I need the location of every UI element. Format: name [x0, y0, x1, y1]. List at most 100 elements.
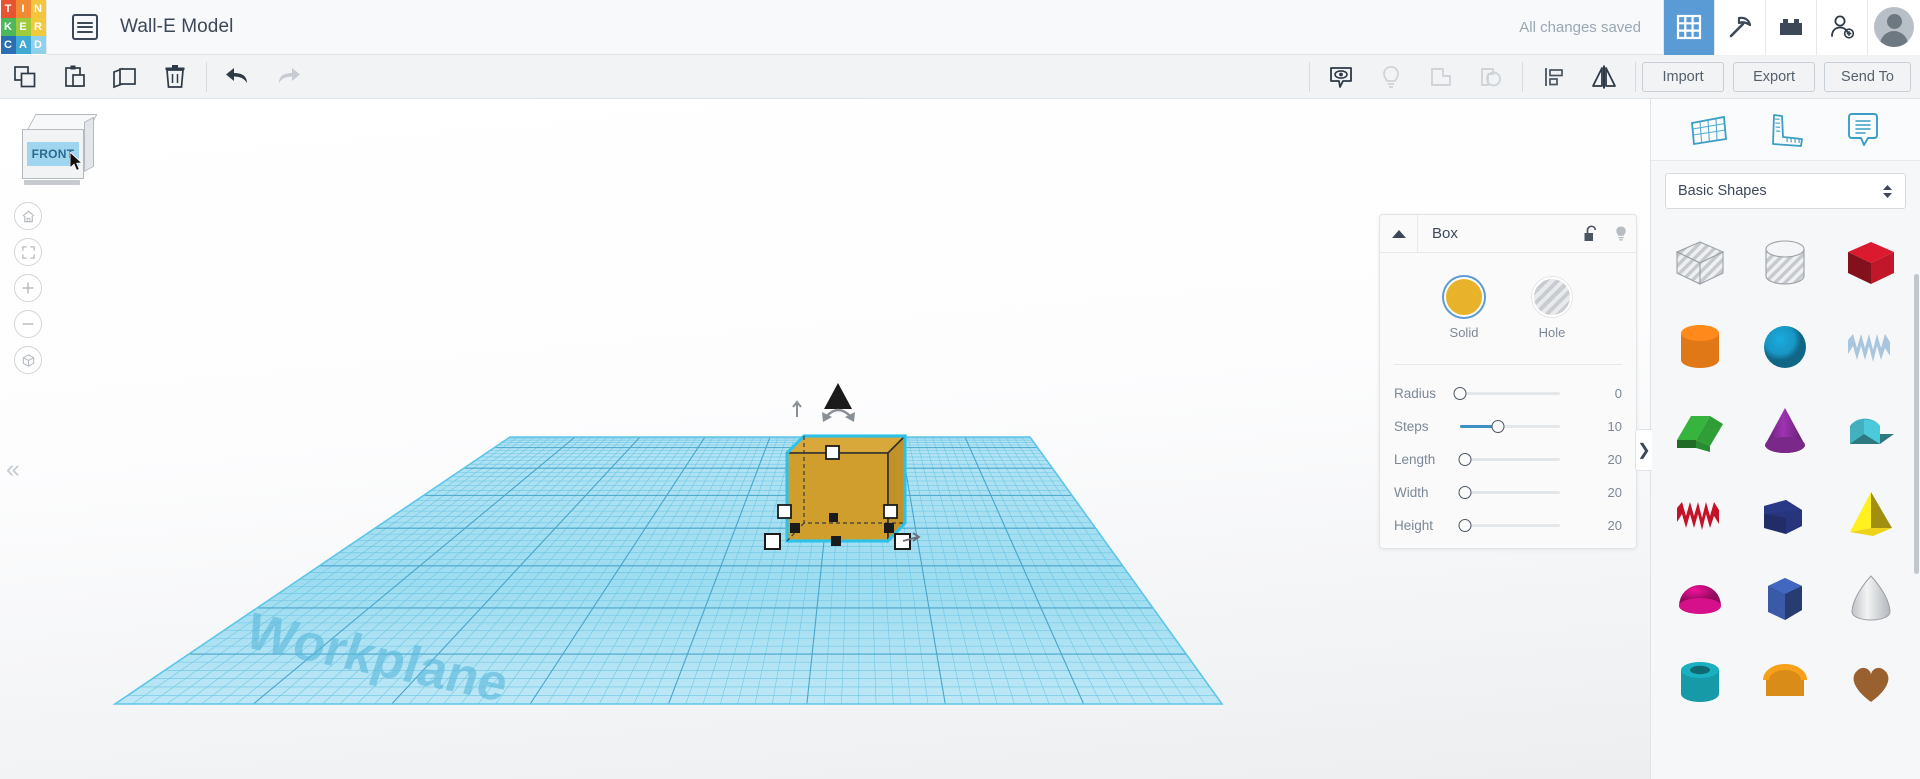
fit-to-view-button[interactable] [14, 238, 42, 266]
view-cube[interactable]: FRONT [22, 114, 98, 186]
triangle-up-icon[interactable] [1380, 214, 1418, 253]
slider-label-steps: Steps [1394, 419, 1429, 434]
pickaxe-icon[interactable] [1714, 0, 1765, 55]
shape-parameter-sliders: Radius 0 Steps 10 Length 20 Width 20 Height 20 [1380, 377, 1636, 542]
cylinder-hole-shape[interactable] [1743, 221, 1829, 305]
box-shape[interactable] [1828, 221, 1914, 305]
document-title[interactable]: Wall-E Model [120, 16, 233, 38]
text-shape[interactable] [1657, 473, 1743, 557]
slider-track-height[interactable] [1458, 519, 1560, 532]
shape-category-selector[interactable]: Basic Shapes [1665, 173, 1906, 209]
slider-knob-length[interactable] [1458, 453, 1472, 466]
solid-mode-button[interactable]: Solid [1444, 277, 1484, 340]
slider-track-length[interactable] [1458, 453, 1560, 466]
cylinder-shape[interactable] [1657, 305, 1743, 389]
expand-panel-button[interactable]: ❯ [1635, 429, 1652, 471]
shape-category-value: Basic Shapes [1678, 183, 1767, 199]
brick-icon[interactable] [1765, 0, 1816, 55]
tinkercad-logo[interactable]: TINKERCAD [0, 0, 47, 55]
tinkercad-app: TINKERCAD Wall-E Model All changes saved [0, 0, 1920, 779]
delete-icon[interactable] [150, 55, 200, 99]
collapse-left-panel-button[interactable]: « [6, 457, 20, 482]
export-button[interactable]: Export [1733, 61, 1816, 92]
lightbulb-icon[interactable] [1606, 215, 1636, 253]
show-all-icon[interactable] [1316, 55, 1366, 99]
perspective-toggle-button[interactable] [14, 346, 42, 374]
avatar[interactable] [1867, 0, 1920, 55]
slider-knob-width[interactable] [1458, 486, 1472, 499]
home-view-button[interactable] [14, 202, 42, 230]
logo-tile: D [30, 36, 46, 55]
align-icon[interactable] [1529, 55, 1579, 99]
zoom-in-button[interactable] [14, 274, 42, 302]
logo-tile: I [15, 0, 31, 18]
3d-viewport[interactable]: Workplane FRONT « Box Solid Hole Radius … [0, 99, 1650, 779]
blocks-grid-icon[interactable] [1663, 0, 1714, 55]
unlock-icon[interactable] [1576, 215, 1606, 253]
logo-tile: N [30, 0, 46, 18]
notes-tool-icon[interactable] [1840, 109, 1886, 151]
slider-value-length[interactable]: 20 [1608, 452, 1622, 467]
polygon-shape[interactable] [1743, 473, 1829, 557]
clipboard-tools [0, 55, 200, 99]
half-cylinder-shape[interactable] [1828, 389, 1914, 473]
slider-row-radius: Radius 0 [1380, 377, 1636, 410]
roof-shape[interactable] [1657, 389, 1743, 473]
solid-swatch[interactable] [1444, 277, 1484, 317]
toolbar-right: Import Export Send To [1303, 55, 1920, 99]
viewport-nav-controls [14, 202, 42, 374]
heart-shape[interactable] [1828, 641, 1914, 725]
sphere-shape[interactable] [1743, 305, 1829, 389]
slider-value-width[interactable]: 20 [1608, 485, 1622, 500]
slider-knob-height[interactable] [1458, 519, 1472, 532]
zoom-out-button[interactable] [14, 310, 42, 338]
slider-row-steps: Steps 10 [1380, 410, 1636, 443]
shape-category-selector-wrap: Basic Shapes [1651, 161, 1920, 219]
view-cube-base [24, 180, 80, 185]
top-bar: TINKERCAD Wall-E Model All changes saved [0, 0, 1920, 55]
view-cube-right-face[interactable] [84, 116, 94, 172]
shapes-sidebar: Basic Shapes ❯ [1635, 99, 1920, 779]
hole-swatch[interactable] [1532, 277, 1572, 317]
paraboloid-shape[interactable] [1828, 557, 1914, 641]
slider-track-width[interactable] [1458, 486, 1560, 499]
send-to-button[interactable]: Send To [1824, 61, 1911, 92]
slider-value-steps[interactable]: 10 [1608, 419, 1622, 434]
undo-icon[interactable] [213, 55, 263, 99]
ruler-tool-icon[interactable] [1762, 109, 1808, 151]
hex-prism-shape[interactable] [1743, 557, 1829, 641]
slider-track-steps[interactable] [1460, 420, 1560, 433]
copy-icon[interactable] [0, 55, 50, 99]
round-roof-shape[interactable] [1743, 641, 1829, 725]
slider-row-length: Length 20 [1380, 443, 1636, 476]
slider-knob-steps[interactable] [1491, 420, 1505, 433]
shape-library-grid [1651, 219, 1920, 727]
project-list-icon[interactable] [72, 14, 98, 40]
slider-knob-radius[interactable] [1453, 387, 1467, 400]
slider-value-radius[interactable]: 0 [1615, 386, 1622, 401]
shape-properties-panel: Box Solid Hole Radius 0 Steps 10 Length … [1379, 214, 1637, 549]
box-hole-shape[interactable] [1657, 221, 1743, 305]
slider-track-radius[interactable] [1453, 387, 1560, 400]
hole-label: Hole [1538, 325, 1566, 340]
import-button[interactable]: Import [1642, 61, 1725, 92]
shapes-scrollbar[interactable] [1914, 274, 1919, 574]
slider-row-width: Width 20 [1380, 476, 1636, 509]
logo-tile: R [30, 17, 46, 37]
invite-person-icon[interactable] [1816, 0, 1867, 55]
top-bar-right: All changes saved [1519, 0, 1920, 55]
tube-shape[interactable] [1657, 641, 1743, 725]
slider-value-height[interactable]: 20 [1608, 518, 1622, 533]
paste-icon[interactable] [50, 55, 100, 99]
slider-label-height: Height [1394, 518, 1434, 533]
cone-shape[interactable] [1743, 389, 1829, 473]
hemisphere-shape[interactable] [1657, 557, 1743, 641]
solid-hole-selector: Solid Hole [1380, 269, 1636, 354]
properties-divider [1394, 364, 1622, 365]
hole-mode-button[interactable]: Hole [1532, 277, 1572, 340]
duplicate-icon[interactable] [100, 55, 150, 99]
mirror-icon[interactable] [1579, 55, 1629, 99]
pyramid-shape[interactable] [1828, 473, 1914, 557]
scribble-shape[interactable] [1828, 305, 1914, 389]
workplane-tool-icon[interactable] [1685, 109, 1731, 151]
